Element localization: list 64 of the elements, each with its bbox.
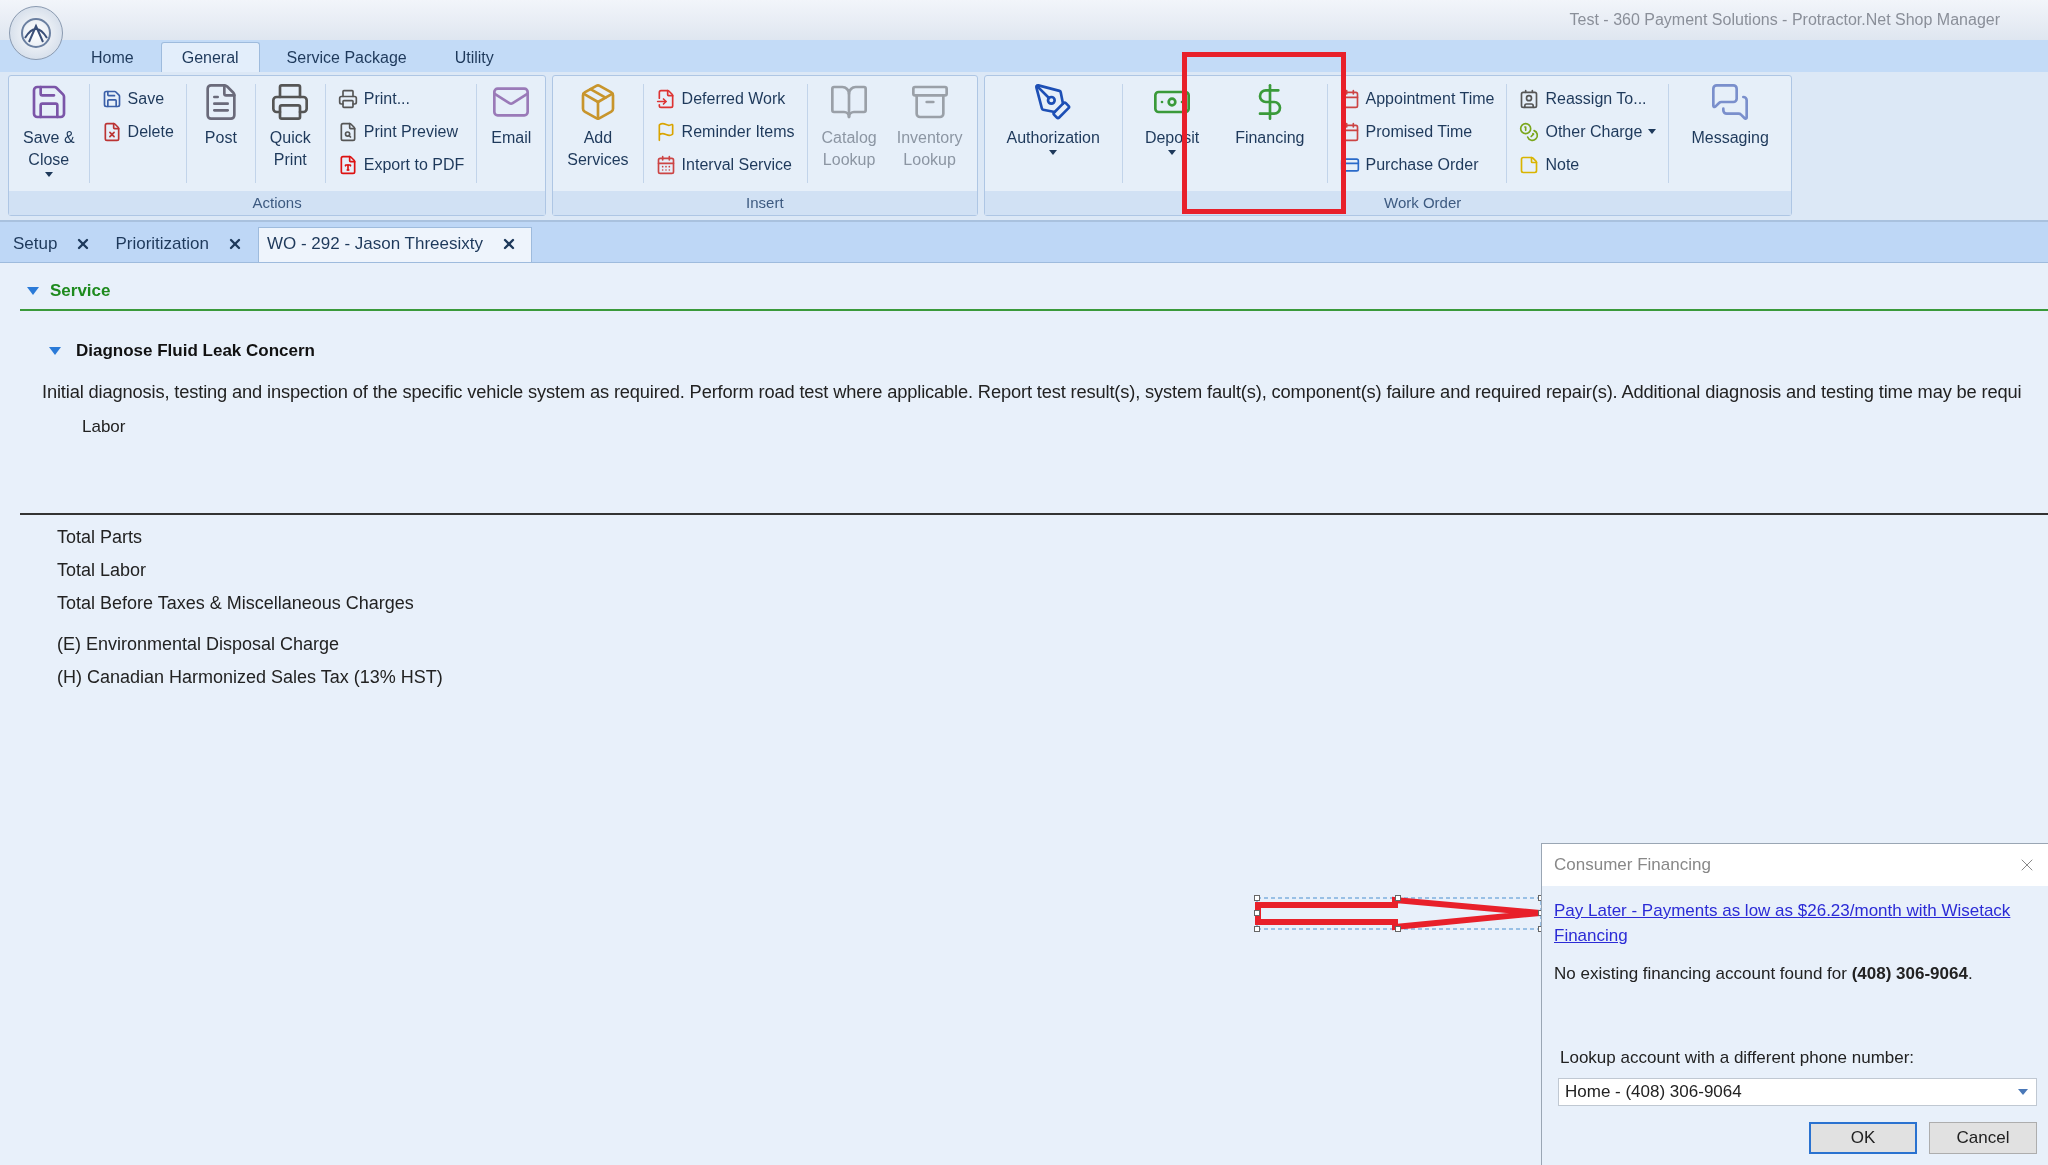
ribbon-tab[interactable]: Home (70, 42, 155, 72)
group-label: Work Order (984, 191, 1791, 215)
tab-label[interactable]: WO - 292 - Jason Threesixty (267, 234, 484, 254)
financing-link[interactable]: Pay Later - Payments as low as $26.23/month with Wisetack Financing (1554, 898, 2037, 948)
ribbon-button[interactable]: Reassign To... (1513, 82, 1663, 115)
total-label: Total Parts (57, 527, 144, 548)
dialog-button[interactable]: OK (1809, 1122, 1917, 1154)
expand-caret-icon[interactable] (26, 286, 40, 296)
close-icon[interactable] (227, 236, 243, 252)
printer-icon (270, 82, 311, 122)
service-title: Diagnose Fluid Leak Concern (76, 341, 315, 361)
lookup-label: Lookup account with a different phone number: (1560, 1048, 1916, 1068)
document-tab[interactable]: Prioritization (106, 227, 258, 262)
section-title: Service (50, 281, 111, 301)
ribbon-button[interactable]: Quick Print (261, 78, 319, 189)
ribbon-button[interactable]: Post (192, 78, 249, 189)
total-label: (E) Environmental Disposal Charge (57, 634, 341, 655)
dropdown-caret-icon (2018, 1089, 2028, 1095)
document-icon (655, 88, 676, 109)
group-label: Actions (9, 191, 546, 215)
ribbon-button[interactable]: Financing (1219, 78, 1321, 189)
ribbon-button[interactable]: Print Preview (331, 115, 471, 148)
ribbon-button[interactable]: Promised Time (1333, 115, 1501, 148)
ribbon-button[interactable]: Save & Close (15, 78, 83, 189)
group-label: Insert (553, 191, 977, 215)
total-label: Total Before Taxes & Miscellaneous Charges (57, 593, 415, 614)
total-label: Total Labor (57, 560, 148, 581)
ribbon-button[interactable]: Messaging (1675, 78, 1785, 189)
dialog-title: Consumer Financing (1554, 855, 1711, 875)
document-tab[interactable]: Setup (4, 227, 107, 262)
note-icon (1519, 154, 1540, 175)
chat-icon (1710, 82, 1751, 122)
ribbon-button[interactable]: Interval Service (649, 148, 801, 181)
ribbon-button[interactable]: Reminder Items (649, 115, 801, 148)
ribbon-button[interactable]: Export to PDF (331, 148, 471, 181)
ribbon-button[interactable]: Save (95, 82, 180, 115)
ribbon-button[interactable]: Add Services (559, 78, 637, 189)
dialog-message: No existing financing account found for (408) 306-9064. (1554, 964, 1974, 984)
ribbon-tab[interactable]: Utility (433, 42, 515, 72)
ribbon-button[interactable]: Print... (331, 82, 471, 115)
line-label: Labor (82, 417, 127, 437)
ribbon-button[interactable]: Deferred Work (649, 82, 801, 115)
dialog-button[interactable]: Cancel (1929, 1122, 2037, 1154)
ribbon-button[interactable]: Purchase Order (1333, 148, 1501, 181)
window-title: Test - 360 Payment Solutions - Protractor.Net Shop Manager (1569, 11, 2000, 29)
ribbon-button[interactable]: Note (1513, 148, 1663, 181)
phone-select[interactable]: Home - (408) 306-9064 (1558, 1078, 2037, 1106)
ribbon-button[interactable]: Appointment Time (1333, 82, 1501, 115)
tab-label[interactable]: Prioritization (115, 234, 209, 254)
ribbon-button[interactable]: Authorization (990, 78, 1116, 189)
ribbon-button[interactable]: Other Charge (1513, 115, 1663, 148)
expand-caret-icon[interactable] (48, 346, 62, 356)
ribbon-tab[interactable]: Service Package (265, 42, 428, 72)
ribbon-button[interactable]: Email (483, 78, 540, 189)
printer-icon (337, 88, 358, 109)
ribbon-button[interactable]: Delete (95, 115, 180, 148)
money-icon (1519, 121, 1540, 142)
total-label: (H) Canadian Harmonized Sales Tax (13% HST) (57, 667, 444, 688)
calendar-icon (655, 154, 676, 175)
service-description: Initial diagnosis, testing and inspection of the specific vehicle system as required. Perform road test where applicable. Report test result(s), system fault(s), component(s) failure and required repair(s). Additional diagnosis and testing time may be requi (42, 381, 2023, 403)
document-tab[interactable]: WO - 292 - Jason Threesixty (258, 227, 533, 262)
tab-label[interactable]: Setup (13, 234, 58, 254)
ribbon-tab[interactable]: General (160, 42, 260, 72)
contact-card-icon (1519, 88, 1540, 109)
